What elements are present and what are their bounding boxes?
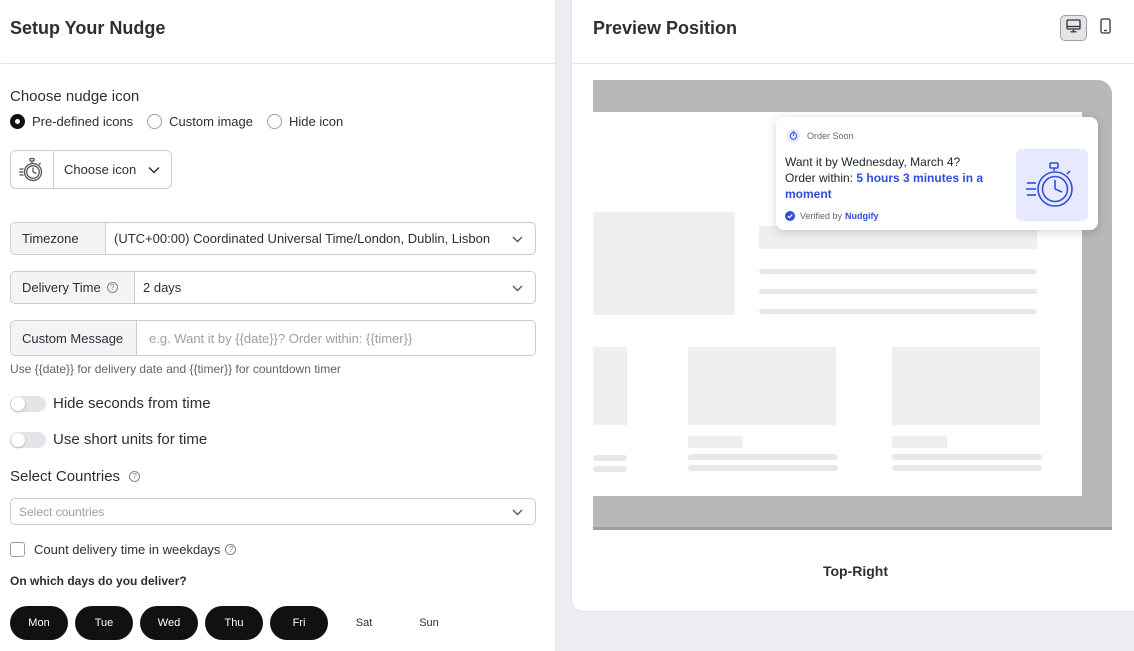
delivery-days-label: On which days do you deliver?	[10, 574, 187, 588]
placeholder-line	[892, 454, 1042, 460]
countries-label: Select Countries	[10, 468, 121, 485]
placeholder-line	[759, 269, 1037, 274]
verified-check-icon	[785, 211, 795, 221]
placeholder-line	[759, 289, 1037, 294]
nudge-header-text: Order Soon	[807, 130, 854, 141]
icon-picker: Choose icon	[10, 150, 172, 189]
delivery-time-label: Delivery Time	[22, 280, 101, 295]
radio-label: Pre-defined icons	[32, 114, 134, 129]
countries-placeholder: Select countries	[19, 504, 105, 519]
radio-custom-image[interactable]: Custom image	[147, 114, 253, 129]
desktop-preview-frame: Order Soon Want it by Wednesday, March 4…	[593, 80, 1112, 530]
help-icon[interactable]: ?	[225, 544, 237, 555]
choose-icon-dropdown[interactable]: Choose icon	[54, 151, 171, 188]
chevron-down-icon	[148, 162, 160, 177]
day-mon-button[interactable]: Mon	[10, 606, 68, 640]
toggle-label: Hide seconds from time	[53, 395, 211, 412]
placeholder-line	[593, 466, 627, 472]
chevron-down-icon	[512, 231, 523, 246]
help-icon[interactable]: ?	[106, 282, 118, 293]
mobile-view-button[interactable]	[1092, 15, 1119, 41]
day-sun-button[interactable]: Sun	[400, 606, 458, 640]
radio-dot	[266, 114, 282, 129]
verified-prefix: Verified by	[800, 211, 843, 221]
setup-card: Setup Your Nudge Choose nudge icon Pre-d…	[0, 0, 556, 651]
placeholder-price	[892, 436, 947, 448]
delivery-time-select[interactable]: 2 days	[135, 272, 535, 303]
placeholder-product	[892, 347, 1040, 425]
placeholder-line	[759, 309, 1037, 314]
choose-icon-label: Choose icon	[64, 162, 137, 177]
nudge-line1: Want it by Wednesday, March 4?	[785, 155, 961, 169]
placeholder-price	[688, 436, 743, 448]
stopwatch-icon	[787, 129, 800, 142]
radio-label: Custom image	[169, 114, 253, 129]
placeholder-product	[593, 347, 627, 425]
short-units-toggle[interactable]	[10, 431, 46, 448]
placeholder-line	[688, 454, 838, 460]
day-sat-button[interactable]: Sat	[335, 606, 393, 640]
help-icon[interactable]: ?	[129, 471, 141, 482]
timezone-select[interactable]: (UTC+00:00) Coordinated Universal Time/L…	[106, 223, 535, 254]
preview-card: Preview Position Order Soon Want it by W…	[571, 0, 1134, 612]
nudge-preview: Order Soon Want it by Wednesday, March 4…	[776, 117, 1098, 230]
desktop-icon	[1066, 18, 1081, 38]
icon-section-label: Choose nudge icon	[10, 88, 140, 105]
radio-hide-icon[interactable]: Hide icon	[266, 114, 344, 129]
page-title: Setup Your Nudge	[10, 18, 166, 38]
chevron-down-icon	[512, 280, 523, 295]
day-wed-button[interactable]: Wed	[140, 606, 198, 640]
chevron-down-icon	[512, 505, 523, 519]
preview-title: Preview Position	[593, 18, 738, 38]
countries-select[interactable]: Select countries	[10, 498, 536, 525]
short-units-row: Use short units for time	[10, 431, 207, 448]
weekdays-checkbox-row: Count delivery time in weekdays ?	[10, 542, 237, 557]
placeholder-line	[688, 465, 838, 471]
stopwatch-icon	[1016, 149, 1088, 221]
timezone-label: Timezone	[11, 223, 106, 254]
divider	[1, 63, 555, 64]
radio-dot-selected	[10, 114, 25, 129]
custom-message-label: Custom Message	[11, 321, 137, 355]
frame-bottom	[593, 527, 1112, 530]
mobile-icon	[1100, 17, 1111, 39]
placeholder-product	[688, 347, 836, 425]
day-thu-button[interactable]: Thu	[205, 606, 263, 640]
icon-type-radio-group: Pre-defined icons Custom image Hide icon	[10, 114, 357, 129]
delivery-time-field: Delivery Time ? 2 days	[10, 271, 536, 304]
weekdays-label: Count delivery time in weekdays	[34, 542, 221, 557]
day-tue-button[interactable]: Tue	[75, 606, 133, 640]
stopwatch-icon	[11, 151, 54, 188]
device-toggle	[1060, 15, 1124, 41]
radio-label: Hide icon	[288, 114, 344, 129]
delivery-time-prefix: Delivery Time ?	[11, 272, 135, 303]
timezone-field: Timezone (UTC+00:00) Coordinated Univers…	[10, 222, 536, 255]
nudge-verified: Verified by Nudgify	[785, 211, 879, 221]
nudge-line2-prefix: Order within:	[785, 171, 857, 185]
hide-seconds-toggle[interactable]	[10, 395, 46, 412]
weekdays-checkbox[interactable]	[10, 542, 25, 557]
timezone-value: (UTC+00:00) Coordinated Universal Time/L…	[114, 231, 491, 246]
custom-message-input[interactable]	[137, 321, 535, 355]
delivery-days-group: Mon Tue Wed Thu Fri Sat Sun	[10, 606, 465, 640]
custom-message-field: Custom Message	[10, 320, 536, 356]
day-fri-button[interactable]: Fri	[270, 606, 328, 640]
custom-message-help: Use {{date}} for delivery date and {{tim…	[10, 362, 341, 376]
delivery-time-value: 2 days	[143, 280, 182, 295]
placeholder-line	[593, 455, 627, 461]
verified-brand: Nudgify	[845, 211, 879, 221]
desktop-view-button[interactable]	[1060, 15, 1087, 41]
radio-dot	[147, 114, 163, 129]
nudge-message: Want it by Wednesday, March 4? Order wit…	[785, 154, 1010, 202]
nudge-header: Order Soon	[787, 129, 854, 142]
countries-label-row: Select Countries ?	[10, 468, 141, 485]
position-label: Top-Right	[822, 563, 889, 579]
divider	[572, 63, 1134, 64]
placeholder-line	[892, 465, 1042, 471]
placeholder-image	[593, 212, 735, 315]
toggle-label: Use short units for time	[53, 431, 208, 448]
hide-seconds-row: Hide seconds from time	[10, 395, 211, 412]
radio-predefined-icons[interactable]: Pre-defined icons	[10, 114, 133, 129]
